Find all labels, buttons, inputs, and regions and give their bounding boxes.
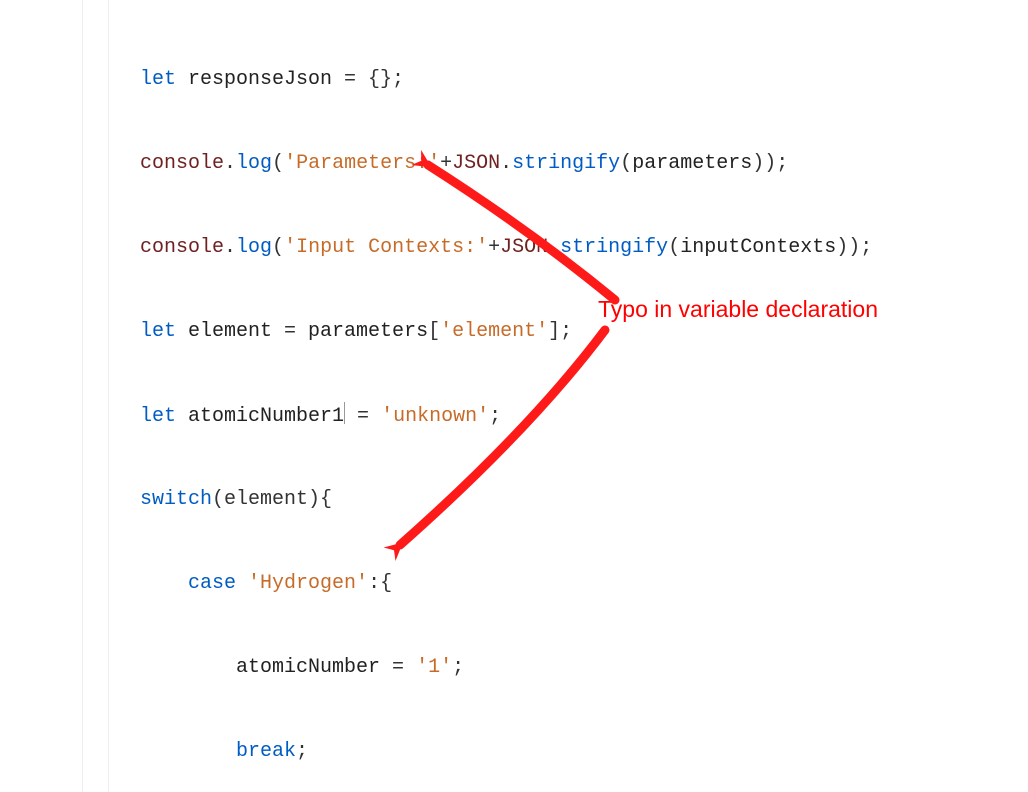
annotation-arrow-icon [0, 0, 1028, 792]
code-editor-viewport: let responseJson = {}; console.log('Para… [0, 0, 1028, 792]
